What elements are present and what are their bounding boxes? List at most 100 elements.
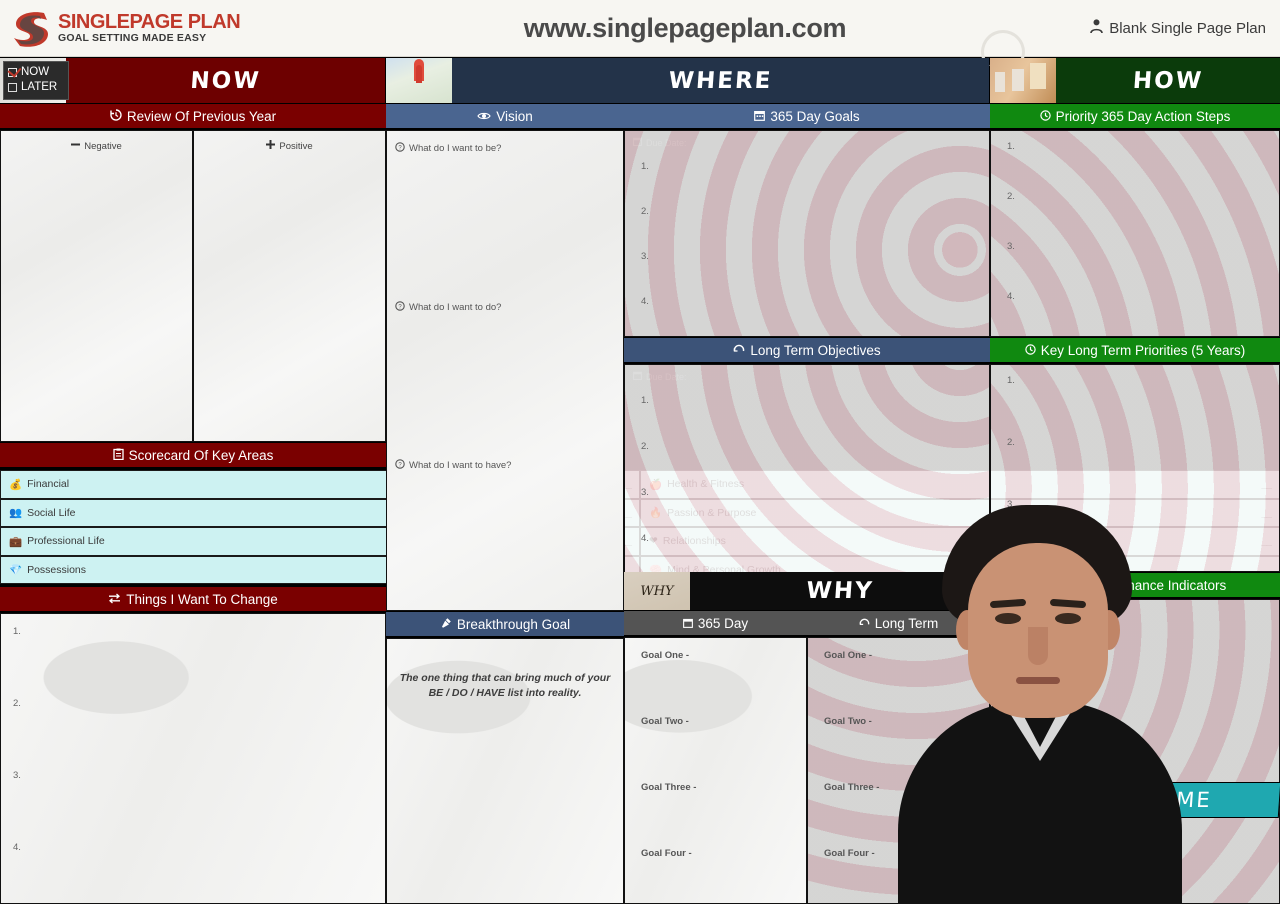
why-365-day-panel[interactable]: Goal One - Goal Two - Goal Three - Goal … (624, 637, 807, 904)
key-longterm-priorities-header[interactable]: Key Long Term Priorities (5 Years) (990, 337, 1280, 364)
checkbox-checked-icon[interactable] (8, 68, 17, 77)
list-item[interactable]: 4. (1007, 291, 1279, 336)
question-circle-icon: ? (395, 301, 405, 314)
list-item[interactable]: 2. (1007, 191, 1279, 241)
calendar-icon (682, 616, 693, 631)
presenter-mouth (1016, 677, 1060, 684)
list-item[interactable]: 2. (641, 441, 989, 487)
goal-item[interactable]: Goal Three - (641, 782, 806, 848)
vision-prompt-label: What do I want to be? (409, 143, 502, 154)
scorecard-header[interactable]: Scorecard Of Key Areas (0, 442, 386, 469)
review-positive-panel[interactable]: Positive (193, 130, 386, 442)
users-icon: 👥 (9, 507, 23, 520)
scorecard-label: Professional Life (27, 535, 105, 548)
list-item[interactable]: 1. (1007, 141, 1279, 191)
why-365-day-label: 365 Day (697, 615, 749, 631)
list-item[interactable]: 1. (13, 626, 385, 698)
priority-365-list: 1. 2. 3. 4. (991, 131, 1279, 336)
list-item[interactable]: 1. (641, 161, 989, 206)
checkbox-unchecked-icon[interactable] (8, 83, 17, 92)
vision-panel[interactable]: ? What do I want to be? ? What do I want… (386, 130, 624, 611)
briefcase-icon: 💼 (9, 535, 23, 548)
gem-icon: 💎 (9, 564, 23, 577)
scorecard-label: Financial (27, 478, 70, 491)
band-how: HOW (990, 58, 1280, 103)
list-item[interactable]: 2. (13, 698, 385, 770)
goals-365-list: 1. 2. 3. 4. (625, 153, 989, 336)
clipboard-icon (112, 448, 124, 463)
longterm-objectives-header[interactable]: Long Term Objectives (624, 337, 990, 364)
scorecard-header-label: Scorecard Of Key Areas (128, 447, 274, 463)
person-icon (1090, 18, 1104, 38)
band-now-label: NOW (189, 67, 262, 94)
list-item[interactable]: 3. (13, 770, 385, 842)
key-longterm-priorities-label: Key Long Term Priorities (5 Years) (1040, 342, 1246, 358)
now-later-toggle[interactable]: NOW LATER (3, 61, 69, 100)
vision-header-label: Vision (496, 108, 533, 124)
priority-365-action-steps-header[interactable]: Priority 365 Day Action Steps (990, 103, 1280, 130)
list-item[interactable]: 3. (641, 251, 989, 296)
candles-thumb (990, 58, 1056, 103)
question-circle-icon: ? (395, 459, 405, 472)
presenter-eye-left (995, 613, 1021, 624)
goal-item[interactable]: Goal Two - (641, 716, 806, 782)
question-circle-icon: ? (395, 142, 405, 155)
list-item[interactable]: 1. (641, 395, 989, 441)
toggle-now-label: NOW (21, 66, 50, 78)
list-item[interactable]: 2. (1007, 437, 1279, 499)
presenter-nose (1028, 627, 1048, 665)
priority-365-label: Priority 365 Day Action Steps (1055, 108, 1231, 124)
review-previous-year-header[interactable]: Review Of Previous Year (0, 103, 386, 130)
refresh-icon (859, 616, 870, 631)
scorecard-label: Social Life (27, 506, 76, 519)
goal-item[interactable]: Goal One - (641, 650, 806, 716)
calendar-icon (754, 109, 766, 124)
logo-wordmark: SINGLEPAGE PLAN GOAL SETTING MADE EASY (58, 12, 241, 44)
plus-icon (266, 140, 276, 152)
goal-item[interactable]: Goal Four - (641, 848, 806, 903)
vision-prompt-label: What do I want to do? (409, 302, 502, 313)
longterm-objectives-label: Long Term Objectives (750, 342, 881, 358)
list-item[interactable]: 3. (1007, 241, 1279, 291)
refresh-icon (733, 343, 745, 358)
vision-prompt-have[interactable]: ? What do I want to have? (395, 459, 511, 472)
brand-logo[interactable]: SINGLEPAGE PLAN GOAL SETTING MADE EASY (0, 8, 390, 48)
money-icon: 💰 (9, 478, 23, 491)
toggle-now-option[interactable]: NOW (8, 65, 64, 80)
toggle-later-label: LATER (21, 81, 58, 93)
band-where-label: WHERE (667, 67, 774, 94)
single-page-plan-app: SINGLEPAGE PLAN GOAL SETTING MADE EASY w… (0, 0, 1280, 904)
breakthrough-goal-header[interactable]: Breakthrough Goal (386, 611, 624, 638)
review-negative-label: Negative (84, 140, 122, 152)
goals-365-header[interactable]: 365 Day Goals (624, 103, 990, 130)
user-menu[interactable]: Blank Single Page Plan (980, 18, 1280, 38)
things-to-change-panel[interactable]: 1. 2. 3. 4. (0, 613, 386, 904)
toggle-later-option[interactable]: LATER (8, 80, 64, 95)
clock-icon (1039, 109, 1051, 124)
minus-icon (71, 140, 81, 152)
presenter-eye-right (1055, 613, 1081, 624)
list-item[interactable]: 4. (13, 842, 385, 903)
breakthrough-goal-panel[interactable]: The one thing that can bring much of you… (386, 638, 624, 904)
why-sand-thumb: WHY (624, 572, 690, 610)
things-to-change-header[interactable]: Things I Want To Change (0, 586, 386, 613)
priority-365-panel[interactable]: 1. 2. 3. 4. (990, 130, 1280, 337)
vision-header[interactable]: Vision (386, 103, 624, 130)
list-item[interactable]: 2. (641, 206, 989, 251)
band-how-label: HOW (1131, 67, 1204, 94)
review-positive-label: Positive (279, 140, 313, 152)
things-to-change-label: Things I Want To Change (126, 591, 278, 607)
eye-icon (477, 109, 491, 124)
vision-prompt-be[interactable]: ? What do I want to be? (395, 142, 501, 155)
review-previous-year-label: Review Of Previous Year (126, 108, 277, 124)
goals-365-panel[interactable]: Due Date: 1. 2. 3. 4. (624, 130, 990, 337)
breakthrough-goal-description: The one thing that can bring much of you… (399, 672, 611, 699)
exchange-icon (108, 592, 121, 607)
why-365-day-header[interactable]: 365 Day (624, 610, 807, 637)
vision-prompt-do[interactable]: ? What do I want to do? (395, 301, 501, 314)
breakthrough-goal-label: Breakthrough Goal (456, 616, 571, 632)
history-icon (110, 108, 122, 124)
list-item[interactable]: 1. (1007, 375, 1279, 437)
list-item[interactable]: 4. (641, 296, 989, 336)
review-negative-panel[interactable]: Negative (0, 130, 193, 442)
